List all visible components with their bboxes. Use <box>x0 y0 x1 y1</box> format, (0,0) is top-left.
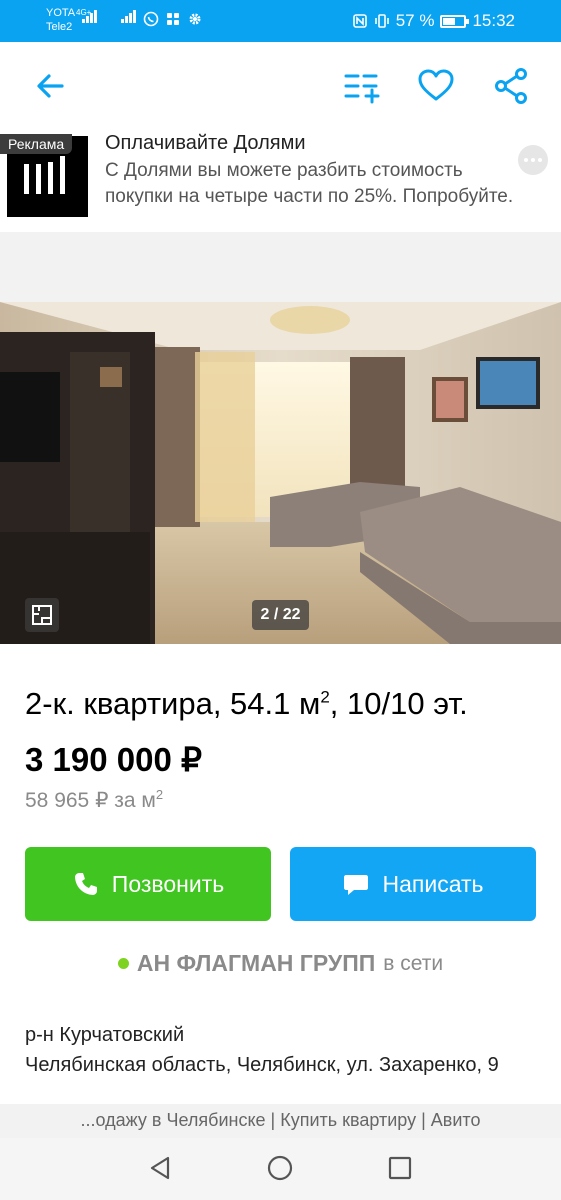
photo-counter: 2 / 22 <box>252 600 309 630</box>
ppm-main: 58 965 ₽ за м <box>25 789 156 812</box>
ppm-sup: 2 <box>155 787 164 802</box>
signal-icon <box>82 10 97 23</box>
seller-info[interactable]: АН ФЛАГМАН ГРУПП в сети <box>0 950 561 977</box>
seller-status: в сети <box>383 951 444 975</box>
message-button[interactable]: Написать <box>290 847 536 921</box>
favorite-heart-icon[interactable] <box>416 66 456 106</box>
seller-name[interactable]: АН ФЛАГМАН ГРУПП <box>137 950 375 977</box>
vibrate-icon <box>374 14 389 28</box>
apps-grid-icon <box>167 13 179 25</box>
battery-icon <box>440 14 470 28</box>
title-sup: 2 <box>320 687 330 707</box>
share-icon[interactable] <box>492 66 532 106</box>
photo-gallery[interactable] <box>0 302 561 644</box>
carrier-labels: YOTA Tele2 <box>46 6 75 34</box>
app-bar <box>0 42 561 128</box>
carrier-tele2: Tele2 <box>46 21 73 33</box>
signal-icon-2 <box>121 10 136 23</box>
call-label: Позвонить <box>111 870 225 897</box>
floor-plan-icon[interactable] <box>25 598 59 632</box>
address-district: р-н Курчатовский <box>25 1024 185 1046</box>
status-bar: YOTA Tele2 4G+ 57 % 15:32 <box>0 0 561 42</box>
address: р-н Курчатовский Челябинская область, Че… <box>25 1020 545 1080</box>
online-indicator <box>117 958 129 969</box>
compare-add-icon[interactable] <box>342 66 382 106</box>
nav-back-icon[interactable] <box>146 1154 174 1182</box>
clock: 15:32 <box>472 11 515 30</box>
listing-title: 2-к. квартира, 54.1 м2, 10/10 эт. <box>25 686 468 722</box>
nav-home-icon[interactable] <box>266 1154 294 1182</box>
chat-bubble-icon <box>344 875 369 895</box>
phone-icon <box>74 873 97 895</box>
price-per-m2: 58 965 ₽ за м2 <box>25 787 163 813</box>
back-arrow-icon[interactable] <box>30 66 70 106</box>
nav-recents-icon[interactable] <box>386 1154 414 1182</box>
nfc-icon <box>352 14 367 28</box>
ad-title[interactable]: Оплачивайте Долями <box>105 132 306 155</box>
call-button[interactable]: Позвонить <box>25 847 271 921</box>
address-full: Челябинская область, Челябинск, ул. Заха… <box>25 1054 499 1076</box>
ad-text: С Долями вы можете разбить стоимость пок… <box>105 160 514 207</box>
battery-percent: 57 % <box>395 11 435 30</box>
ad-badge: Реклама <box>0 134 73 154</box>
title-rest: , 10/10 эт. <box>329 686 468 721</box>
message-label: Написать <box>382 870 484 897</box>
notification-icons <box>143 11 203 27</box>
settings-gear-icon <box>189 13 201 25</box>
carrier-yota: YOTA <box>46 7 76 19</box>
whatsapp-icon <box>143 11 159 27</box>
listing-price: 3 190 000 ₽ <box>25 741 202 778</box>
status-right: 57 % 15:32 <box>352 11 515 31</box>
title-main: 2-к. квартира, 54.1 м <box>25 686 321 721</box>
room-photo <box>0 302 561 644</box>
system-nav-bar <box>0 1138 561 1200</box>
spacer <box>0 232 561 302</box>
page-title-bar: ...одажу в Челябинске | Купить квартиру … <box>0 1104 561 1138</box>
more-options-icon[interactable] <box>518 145 548 175</box>
